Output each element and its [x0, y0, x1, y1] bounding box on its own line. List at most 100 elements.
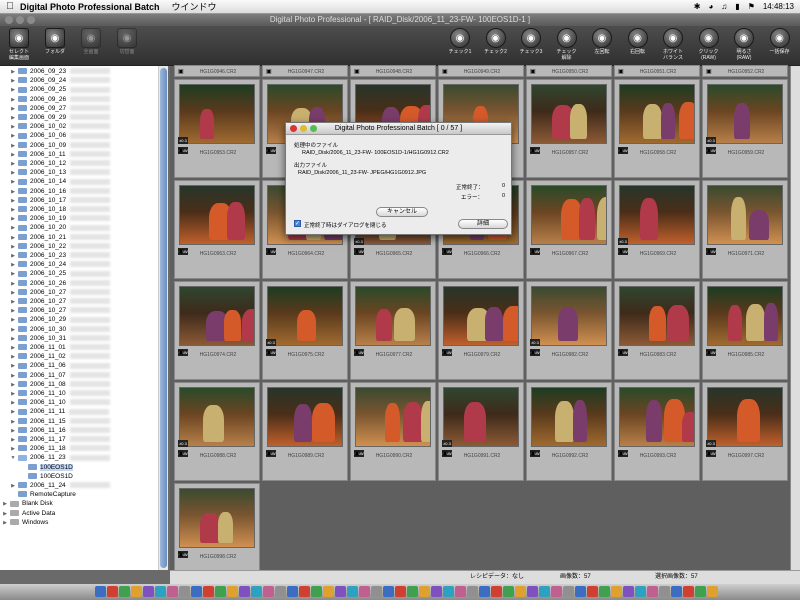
dock-app-icon[interactable]: [359, 586, 370, 597]
thumbnail-cell[interactable]: ▣ HG1G0948.CR2: [350, 65, 436, 77]
tree-item-folder[interactable]: ▶ 2006_10_24: [0, 260, 167, 269]
thumbnail-cell[interactable]: HG1G0974.CR2 RAW ▣: [174, 281, 260, 380]
thumbnail-cell[interactable]: HG1G0967.CR2 RAW ▣: [526, 180, 612, 279]
tree-item-folder[interactable]: ▼ 2006_11_23: [0, 453, 167, 462]
thumbnail-cell[interactable]: HG1G0971.CR2 RAW ▣: [702, 180, 788, 279]
dock-app-icon[interactable]: [587, 586, 598, 597]
dock-app-icon[interactable]: [191, 586, 202, 597]
dock-app-icon[interactable]: [707, 586, 718, 597]
thumbnail-cell[interactable]: HG1G0982.CR2 RAW ±0.3 ▣: [526, 281, 612, 380]
tree-item-folder[interactable]: ▶ 2006_09_23: [0, 67, 167, 76]
tree-item-folder[interactable]: ▶ 2006_10_29: [0, 315, 167, 324]
tree-item-folder[interactable]: ▶ 2006_10_16: [0, 187, 167, 196]
apple-icon[interactable]: : [0, 1, 20, 12]
dock-app-icon[interactable]: [203, 586, 214, 597]
thumbnail-cell[interactable]: HG1G0989.CR2 RAW ▣: [262, 382, 348, 481]
thumbnail-cell[interactable]: HG1G0990.CR2 RAW ▣: [350, 382, 436, 481]
tree-item-folder[interactable]: ▶ 2006_11_17: [0, 435, 167, 444]
dock-app-icon[interactable]: [575, 586, 586, 597]
dock-app-icon[interactable]: [95, 586, 106, 597]
tree-item-folder[interactable]: ▶ 2006_10_30: [0, 325, 167, 334]
thumbnail-cell[interactable]: HG1G0958.CR2 RAW ▣: [614, 79, 700, 178]
tree-item-folder[interactable]: ▶ 2006_10_02: [0, 122, 167, 131]
thumbnail-cell[interactable]: HG1G0991.CR2 RAW ±0.3 ▣: [438, 382, 524, 481]
tree-item-folder[interactable]: ▶ 2006_10_27: [0, 297, 167, 306]
dock-app-icon[interactable]: [107, 586, 118, 597]
tree-item-folder[interactable]: ▶ 2006_10_14: [0, 177, 167, 186]
toolbar-button-rotate-left[interactable]: ◉ 左回転: [585, 28, 619, 55]
menu-window[interactable]: ウインドウ: [172, 0, 217, 13]
tree-item-folder[interactable]: ▶ 2006_10_22: [0, 242, 167, 251]
dock-app-icon[interactable]: [299, 586, 310, 597]
thumbnail-cell[interactable]: HG1G0977.CR2 RAW ▣: [350, 281, 436, 380]
dock-app-icon[interactable]: [539, 586, 550, 597]
dock-app-icon[interactable]: [551, 586, 562, 597]
tree-item-folder[interactable]: ▶ 2006_10_31: [0, 334, 167, 343]
dock-app-icon[interactable]: [263, 586, 274, 597]
tree-item-folder[interactable]: ▶ 2006_11_11: [0, 407, 167, 416]
toolbar-button-folder[interactable]: ◉ フォルダ: [38, 28, 72, 55]
tree-item-folder[interactable]: ▶ 2006_10_25: [0, 269, 167, 278]
dock-app-icon[interactable]: [695, 586, 706, 597]
toolbar-button-click-wb[interactable]: ◉ クリック (RAW): [692, 28, 726, 61]
dock-app-icon[interactable]: [371, 586, 382, 597]
dialog-zoom-icon[interactable]: [310, 125, 317, 132]
tree-item-folder[interactable]: ▶ 2006_09_26: [0, 95, 167, 104]
tree-item-folder[interactable]: ▶ 2006_11_01: [0, 343, 167, 352]
flag-icon[interactable]: ⚑: [748, 2, 755, 11]
tree-item-folder[interactable]: ▶ 2006_11_07: [0, 371, 167, 380]
dock-app-icon[interactable]: [671, 586, 682, 597]
thumbnail-cell[interactable]: HG1G0953.CR2 RAW ±0.3 ▣: [174, 79, 260, 178]
thumbnail-cell[interactable]: HG1G0983.CR2 RAW ▣: [614, 281, 700, 380]
dock-app-icon[interactable]: [659, 586, 670, 597]
tree-item-folder[interactable]: ▶ 2006_10_26: [0, 279, 167, 288]
tree-item-folder[interactable]: ▶ 2006_10_19: [0, 214, 167, 223]
battery-icon[interactable]: ▮: [735, 2, 739, 11]
tree-item-folder[interactable]: ▶ 2006_11_24: [0, 481, 167, 490]
tree-item-folder[interactable]: ▶ 2006_11_15: [0, 417, 167, 426]
tree-item-folder[interactable]: ▶ 2006_10_09: [0, 141, 167, 150]
tree-item-folder[interactable]: ▶ 2006_10_23: [0, 251, 167, 260]
toolbar-button-uncheck[interactable]: ◉ チェック 解除: [550, 28, 584, 61]
disclosure-triangle-icon[interactable]: ▶: [0, 519, 10, 528]
tree-item-folder[interactable]: RemoteCapture: [0, 490, 167, 499]
dock-app-icon[interactable]: [131, 586, 142, 597]
tree-item-folder[interactable]: ▶ 2006_10_12: [0, 159, 167, 168]
dock-app-icon[interactable]: [455, 586, 466, 597]
dock-app-icon[interactable]: [395, 586, 406, 597]
tree-item-folder[interactable]: ▶ 2006_11_08: [0, 380, 167, 389]
dock-app-icon[interactable]: [503, 586, 514, 597]
dock-app-icon[interactable]: [275, 586, 286, 597]
toolbar-button-select-edit[interactable]: ◉ セレクト 編集画面: [2, 28, 36, 61]
toolbar-button-brightness[interactable]: ◉ 明るさ (RAW): [727, 28, 761, 61]
dock-app-icon[interactable]: [431, 586, 442, 597]
menu-clock[interactable]: 14:48:13: [763, 2, 794, 11]
dock-app-icon[interactable]: [383, 586, 394, 597]
dock-app-icon[interactable]: [323, 586, 334, 597]
thumbnail-cell[interactable]: ▣ HG1G0952.CR2: [702, 65, 788, 77]
tree-item-folder[interactable]: ▶ 2006_10_20: [0, 223, 167, 232]
tree-item-folder[interactable]: ▶ 2006_11_10: [0, 398, 167, 407]
volume-icon[interactable]: ♫: [721, 2, 727, 11]
cancel-button[interactable]: キャンセル: [376, 207, 428, 217]
tree-item-folder[interactable]: ▶ 2006_10_18: [0, 205, 167, 214]
tree-item-volume[interactable]: ▶ Active Data: [0, 509, 167, 518]
dock-app-icon[interactable]: [143, 586, 154, 597]
thumbnail-cell[interactable]: HG1G0969.CR2 RAW ±0.3 ▣: [614, 180, 700, 279]
thumbnail-cell[interactable]: HG1G0957.CR2 RAW ▣: [526, 79, 612, 178]
dock-app-icon[interactable]: [155, 586, 166, 597]
minimize-icon[interactable]: [16, 16, 24, 24]
dock-app-icon[interactable]: [227, 586, 238, 597]
thumbnail-cell[interactable]: ▣ HG1G0947.CR2: [262, 65, 348, 77]
dock-app-icon[interactable]: [599, 586, 610, 597]
tree-item-folder[interactable]: ▶ 2006_11_10: [0, 389, 167, 398]
tree-item-folder[interactable]: ▶ 2006_11_16: [0, 426, 167, 435]
menu-app-name[interactable]: Digital Photo Professional Batch: [20, 2, 160, 12]
dock-app-icon[interactable]: [491, 586, 502, 597]
toolbar-button-check2[interactable]: ◉ チェック2: [479, 28, 513, 55]
dock-app-icon[interactable]: [647, 586, 658, 597]
dock-app-icon[interactable]: [167, 586, 178, 597]
thumbnail-cell[interactable]: HG1G0959.CR2 RAW ±0.3 ▣: [702, 79, 788, 178]
toolbar-button-white-balance[interactable]: ◉ ホワイト バランス: [656, 28, 690, 61]
toolbar-button-batch-save[interactable]: ◉ 一括保存: [763, 28, 797, 55]
